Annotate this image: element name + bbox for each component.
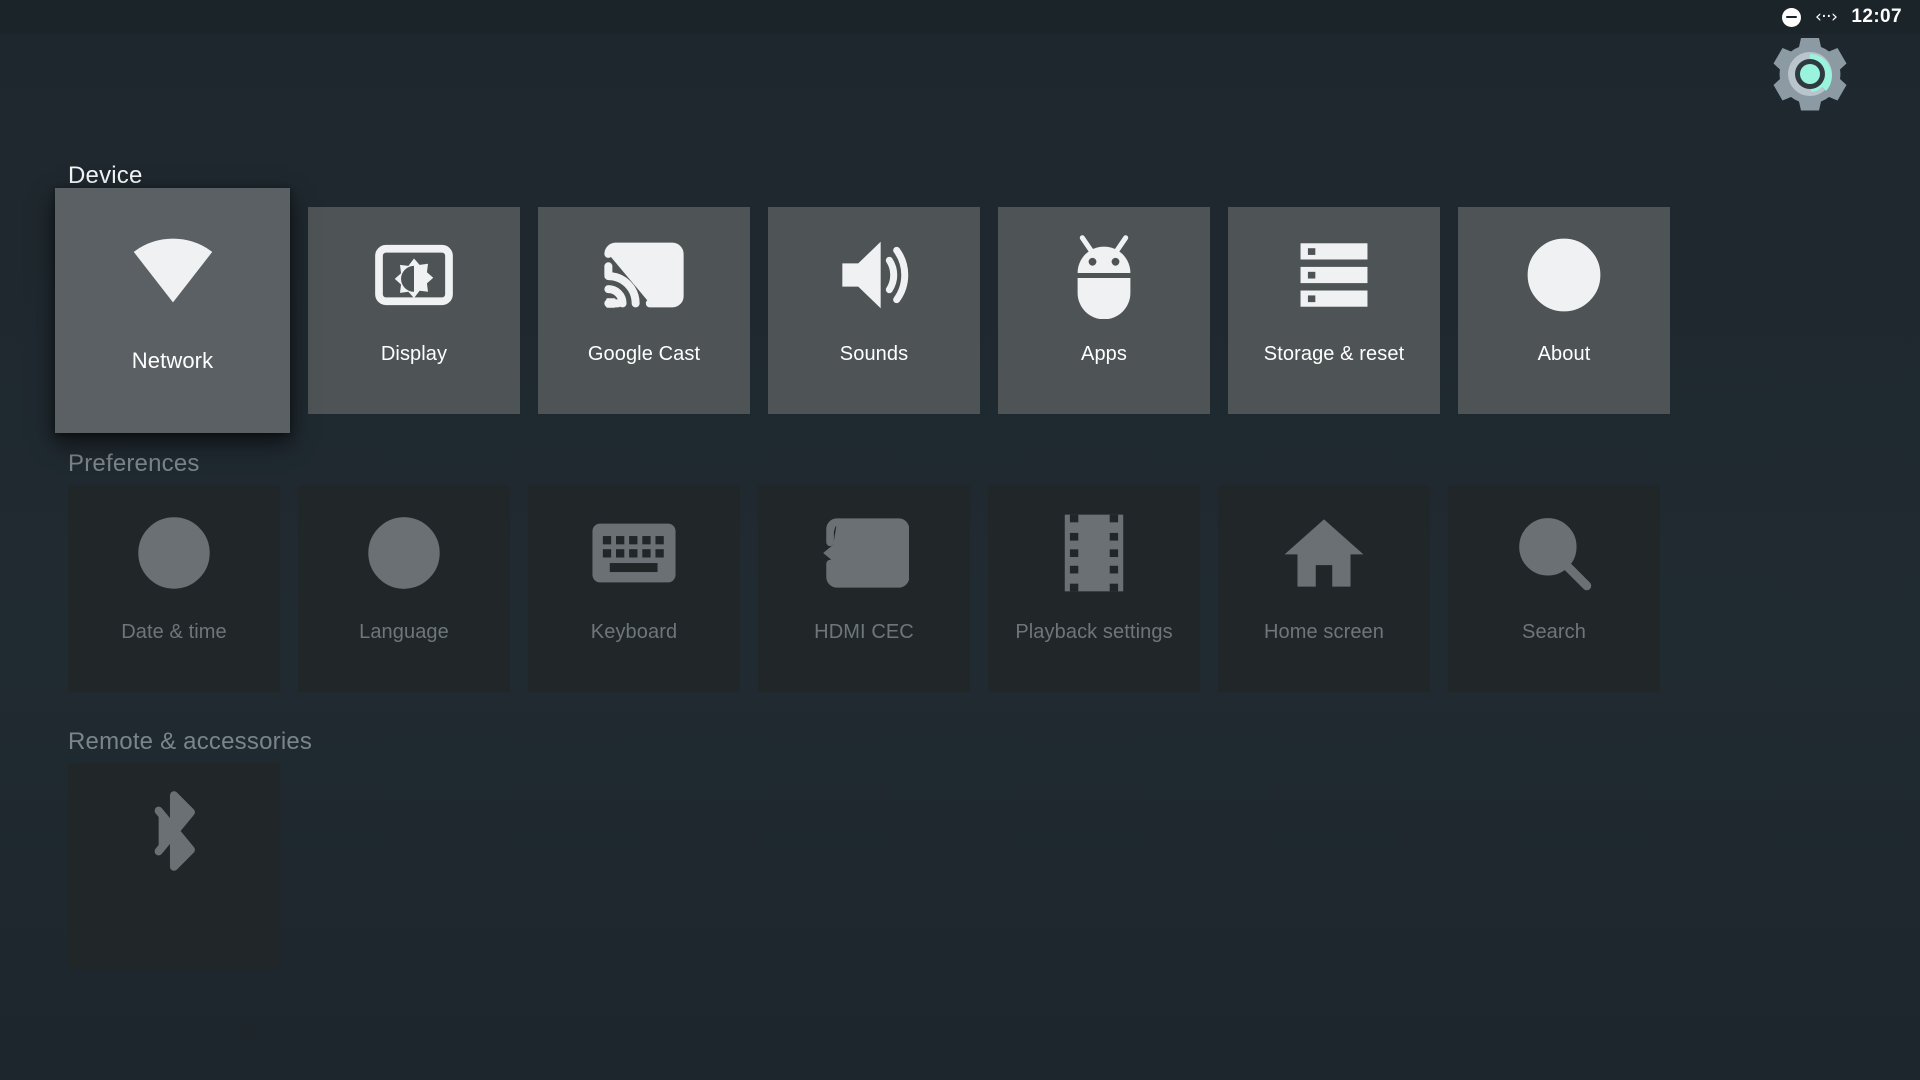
tile-home-screen[interactable]: Home screen <box>1218 485 1430 692</box>
tile-row-preferences: Date & time Language Keyboard HDMI CEC P… <box>0 485 1920 692</box>
android-icon <box>998 207 1210 343</box>
tile-about[interactable]: About <box>1458 207 1670 414</box>
tile-storage-reset[interactable]: Storage & reset <box>1228 207 1440 414</box>
globe-icon <box>298 485 510 621</box>
tile-label: Apps <box>1081 343 1127 365</box>
tile-label: Google Cast <box>587 343 701 365</box>
bluetooth-icon <box>68 763 280 899</box>
wifi-icon <box>55 188 290 348</box>
filmstrip-icon <box>988 485 1200 621</box>
tile-apps[interactable]: Apps <box>998 207 1210 414</box>
tile-network[interactable]: Network <box>55 188 290 433</box>
tile-display[interactable]: Display <box>308 207 520 414</box>
tile-row-remote-accessories <box>0 763 1920 970</box>
tile-label: Display <box>380 343 448 365</box>
tile-bluetooth[interactable] <box>68 763 280 970</box>
tile-hdmi-cec[interactable]: HDMI CEC <box>758 485 970 692</box>
tile-sounds[interactable]: Sounds <box>768 207 980 414</box>
tile-playback-settings[interactable]: Playback settings <box>988 485 1200 692</box>
tile-google-cast[interactable]: Google Cast <box>538 207 750 414</box>
row-header-preferences: Preferences <box>68 450 200 477</box>
brightness-icon <box>308 207 520 343</box>
tile-label: Search <box>1522 621 1586 643</box>
row-header-device: Device <box>68 162 143 189</box>
info-icon <box>1458 207 1670 343</box>
tile-keyboard[interactable]: Keyboard <box>528 485 740 692</box>
keyboard-icon <box>528 485 740 621</box>
tile-label: Language <box>359 621 449 643</box>
row-header-remote-accessories: Remote & accessories <box>68 728 313 755</box>
hdmi-cec-icon <box>758 485 970 621</box>
tile-row-device: Network Display Google Cast Sounds Apps … <box>0 188 1920 433</box>
tile-label: Sounds <box>839 343 909 365</box>
tile-label: About <box>1537 343 1591 365</box>
home-icon <box>1218 485 1430 621</box>
tile-search[interactable]: Search <box>1448 485 1660 692</box>
storage-icon <box>1228 207 1440 343</box>
tile-date-time[interactable]: Date & time <box>68 485 280 692</box>
clock-icon <box>68 485 280 621</box>
tile-label: Network <box>131 348 214 373</box>
tile-label: Playback settings <box>1015 621 1173 643</box>
tile-label: Date & time <box>121 621 227 643</box>
tile-label: HDMI CEC <box>814 621 914 643</box>
tile-label: Keyboard <box>590 621 678 643</box>
tile-label: Home screen <box>1263 621 1385 643</box>
settings-screen: ‹··› 12:07 Device Network Display Google… <box>0 0 1920 1080</box>
tile-language[interactable]: Language <box>298 485 510 692</box>
volume-icon <box>768 207 980 343</box>
search-icon <box>1448 485 1660 621</box>
cast-icon <box>538 207 750 343</box>
tile-label: Storage & reset <box>1263 343 1405 365</box>
